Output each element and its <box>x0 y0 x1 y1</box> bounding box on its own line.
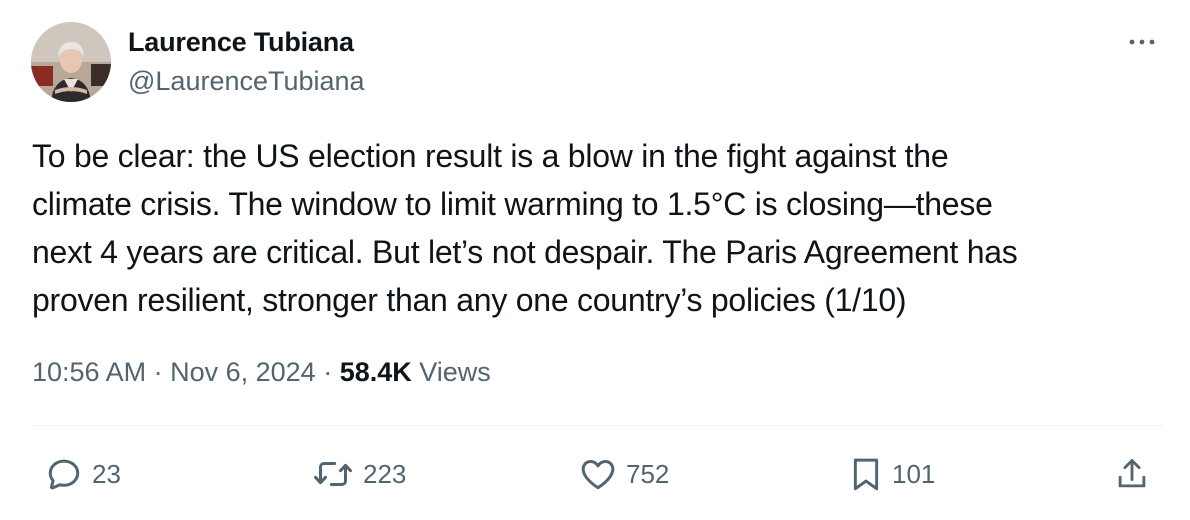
views-label: Views <box>411 357 491 387</box>
divider <box>32 425 1163 426</box>
repost-button[interactable]: 223 <box>311 452 406 496</box>
bookmark-count: 101 <box>892 458 936 489</box>
like-count: 752 <box>626 458 670 489</box>
tweet-card: Laurence Tubiana @LaurenceTubiana To be … <box>0 0 1190 520</box>
repost-arrows-icon <box>314 462 352 486</box>
author-name[interactable]: Laurence Tubiana <box>128 27 354 58</box>
repost-count: 223 <box>363 458 407 489</box>
heart-icon <box>581 460 615 490</box>
bookmark-icon <box>853 458 879 491</box>
share-upload-icon <box>1118 459 1146 488</box>
profile-photo <box>31 22 111 102</box>
tweet-date[interactable]: Nov 6, 2024 <box>170 357 316 387</box>
more-dots-icon <box>1129 39 1155 45</box>
more-options-button[interactable] <box>1122 30 1162 54</box>
share-button[interactable] <box>1113 452 1151 496</box>
meta-separator: · <box>315 357 340 387</box>
bookmark-button[interactable]: 101 <box>848 452 935 496</box>
tweet-meta: 10:56 AM · Nov 6, 2024 · 58.4K Views <box>32 357 491 388</box>
avatar[interactable] <box>31 22 111 102</box>
reply-button[interactable]: 23 <box>44 452 121 496</box>
tweet-time[interactable]: 10:56 AM <box>32 357 146 387</box>
tweet-text: To be clear: the US election result is a… <box>32 138 1018 318</box>
reply-count: 23 <box>92 458 121 489</box>
reply-bubble-icon <box>48 459 80 490</box>
author-handle[interactable]: @LaurenceTubiana <box>128 66 365 97</box>
like-button[interactable]: 752 <box>578 452 669 496</box>
views-count[interactable]: 58.4K <box>340 357 412 387</box>
meta-separator: · <box>146 357 171 387</box>
